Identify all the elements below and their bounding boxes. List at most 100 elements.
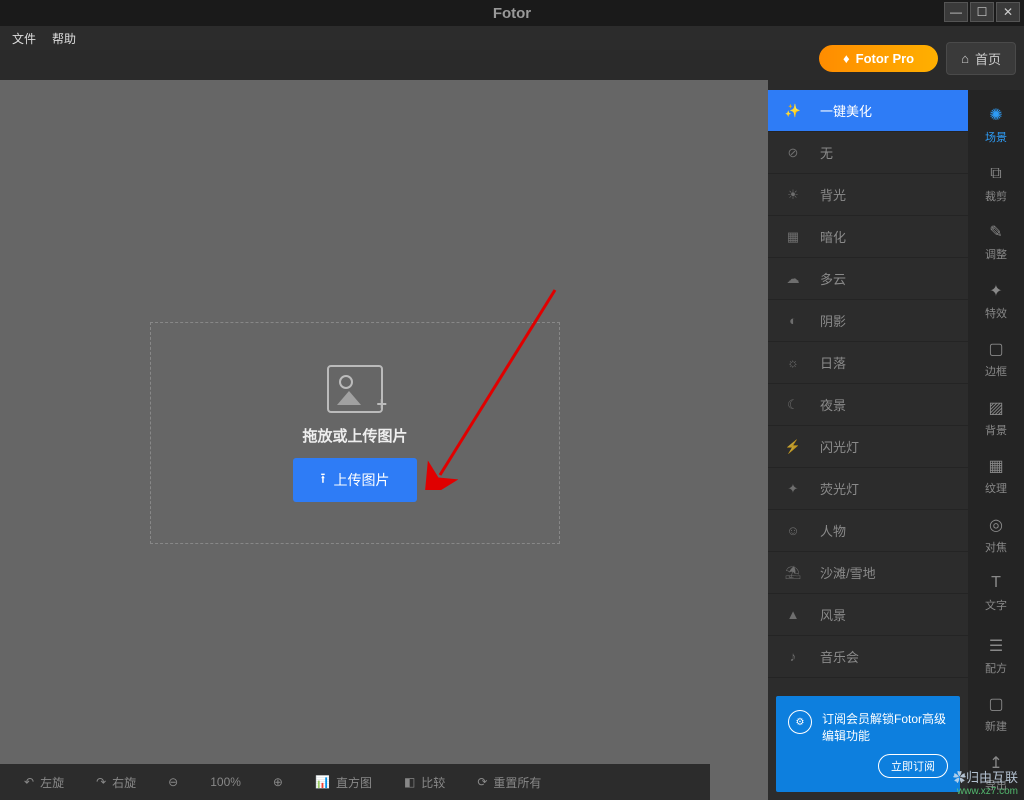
app-title: Fotor — [493, 5, 531, 22]
strip-bottom-icon-0: ☰ — [986, 636, 1006, 656]
reset-button[interactable]: ⟳ 重置所有 — [465, 770, 553, 795]
scene-item-flash[interactable]: ⚡ 闪光灯 — [768, 426, 968, 468]
scene-item-label: 阴影 — [820, 311, 846, 330]
menu-help[interactable]: 帮助 — [52, 30, 76, 47]
strip-bottom-1[interactable]: ▢新建 — [972, 687, 1020, 742]
scene-item-label: 闪光灯 — [820, 437, 859, 456]
scene-item-shadow[interactable]: ◐ 阴影 — [768, 300, 968, 342]
diamond-icon: ♦ — [843, 51, 850, 66]
bottom-toolbar: ↶ 左旋 ↷ 右旋 ⊖ 100% ⊕ 📊 直方图 ◧ 比较 ⟳ 重置所有 — [0, 764, 710, 800]
window-controls: — ☐ ✕ — [944, 2, 1020, 22]
scene-item-label: 荧光灯 — [820, 479, 859, 498]
scene-list: ✨一键美化⊘无☀背光▦暗化☁多云◐阴影☼日落☾夜景⚡闪光灯✦荧光灯☺人物⛱沙滩/… — [768, 90, 968, 678]
rotate-left-button[interactable]: ↶ 左旋 — [12, 770, 76, 795]
strip-item-1[interactable]: ⧉裁剪 — [972, 157, 1020, 212]
landscape-icon: ▲ — [782, 604, 804, 626]
strip-item-3[interactable]: ✦特效 — [972, 274, 1020, 329]
scene-item-night[interactable]: ☾ 夜景 — [768, 384, 968, 426]
plus-icon: + — [376, 394, 387, 415]
home-label: 首页 — [975, 49, 1001, 68]
subscribe-button[interactable]: 立即订阅 — [878, 754, 948, 778]
strip-bottom-2[interactable]: ↥导出 — [972, 746, 1020, 800]
strip-item-6[interactable]: ▦纹理 — [972, 449, 1020, 504]
rotate-left-icon: ↶ — [24, 775, 34, 789]
upload-button[interactable]: ⭱ 上传图片 — [293, 458, 418, 502]
histogram-button[interactable]: 📊 直方图 — [303, 770, 384, 795]
strip-item-7[interactable]: ◎对焦 — [972, 508, 1020, 563]
scene-item-none[interactable]: ⊘无 — [768, 132, 968, 174]
darken-icon: ▦ — [782, 226, 804, 248]
scene-item-label: 一键美化 — [820, 101, 872, 120]
strip-bottom-0[interactable]: ☰配方 — [972, 629, 1020, 684]
magic-icon: ✨ — [782, 100, 804, 122]
upload-button-label: 上传图片 — [333, 470, 389, 490]
strip-icon-5: ▨ — [986, 398, 1006, 418]
category-strip: ✺场景⧉裁剪✎调整✦特效▢边框▨背景▦纹理◎对焦T文字 ☰配方▢新建↥导出 — [968, 90, 1024, 800]
image-upload-icon: + — [327, 365, 383, 413]
flash-icon: ⚡ — [782, 436, 804, 458]
night-icon: ☾ — [782, 394, 804, 416]
scene-item-fluorescent[interactable]: ✦ 荧光灯 — [768, 468, 968, 510]
strip-item-5[interactable]: ▨背景 — [972, 391, 1020, 446]
upload-dropzone[interactable]: + 拖放或上传图片 ⭱ 上传图片 — [150, 322, 560, 544]
strip-icon-7: ◎ — [986, 515, 1006, 535]
scene-item-label: 沙滩/雪地 — [820, 563, 876, 582]
zoom-out-button[interactable]: ⊖ — [156, 771, 190, 793]
strip-icon-6: ▦ — [986, 456, 1006, 476]
rotate-right-icon: ↷ — [96, 775, 106, 789]
strip-item-2[interactable]: ✎调整 — [972, 215, 1020, 270]
portrait-icon: ☺ — [782, 520, 804, 542]
strip-bottom-icon-2: ↥ — [986, 753, 1006, 773]
zoom-in-button[interactable]: ⊕ — [261, 771, 295, 793]
scene-item-portrait[interactable]: ☺ 人物 — [768, 510, 968, 552]
main-container: + 拖放或上传图片 ⭱ 上传图片 ✨一键美化⊘无☀背光▦暗化☁多云◐阴影☼日落☾… — [0, 50, 1024, 800]
strip-icon-8: T — [986, 573, 1006, 593]
strip-icon-2: ✎ — [986, 222, 1006, 242]
scene-item-backlight[interactable]: ☀ 背光 — [768, 174, 968, 216]
histogram-icon: 📊 — [315, 775, 330, 789]
shadow-icon: ◐ — [782, 310, 804, 332]
scene-item-landscape[interactable]: ▲风景 — [768, 594, 968, 636]
strip-bottom-icon-1: ▢ — [986, 694, 1006, 714]
scene-item-label: 多云 — [820, 269, 846, 288]
scene-item-label: 人物 — [820, 521, 846, 540]
upload-arrow-icon: ⭱ — [321, 468, 326, 492]
scene-item-label: 日落 — [820, 353, 846, 372]
scene-item-label: 夜景 — [820, 395, 846, 414]
menu-file[interactable]: 文件 — [12, 30, 36, 47]
strip-icon-3: ✦ — [986, 281, 1006, 301]
rotate-right-button[interactable]: ↷ 右旋 — [84, 770, 148, 795]
scene-panel: ✨一键美化⊘无☀背光▦暗化☁多云◐阴影☼日落☾夜景⚡闪光灯✦荧光灯☺人物⛱沙滩/… — [768, 90, 968, 800]
scene-item-label: 暗化 — [820, 227, 846, 246]
strip-item-8[interactable]: T文字 — [972, 566, 1020, 621]
promo-text: 订阅会员解锁Fotor高级编辑功能 — [822, 710, 948, 744]
backlight-icon: ☀ — [782, 184, 804, 206]
scene-item-magic[interactable]: ✨ 一键美化 — [768, 90, 968, 132]
zoom-in-icon: ⊕ — [273, 775, 283, 789]
maximize-button[interactable]: ☐ — [970, 2, 994, 22]
reset-icon: ⟳ — [477, 775, 487, 789]
scene-item-label: 无 — [820, 143, 833, 162]
minimize-button[interactable]: — — [944, 2, 968, 22]
close-button[interactable]: ✕ — [996, 2, 1020, 22]
home-button[interactable]: ⌂ 首页 — [946, 42, 1016, 75]
scene-item-cloud[interactable]: ☁ 多云 — [768, 258, 968, 300]
canvas-area[interactable]: + 拖放或上传图片 ⭱ 上传图片 — [0, 80, 768, 800]
zoom-value: 100% — [198, 771, 253, 793]
none-icon: ⊘ — [782, 142, 804, 164]
concert-icon: ♪ — [782, 646, 804, 668]
scene-item-darken[interactable]: ▦ 暗化 — [768, 216, 968, 258]
pro-label: Fotor Pro — [856, 51, 915, 66]
strip-item-0[interactable]: ✺场景 — [972, 98, 1020, 153]
scene-item-sunset[interactable]: ☼日落 — [768, 342, 968, 384]
fotor-pro-button[interactable]: ♦ Fotor Pro — [819, 45, 938, 72]
scene-item-beach[interactable]: ⛱ 沙滩/雪地 — [768, 552, 968, 594]
scene-item-concert[interactable]: ♪音乐会 — [768, 636, 968, 678]
upload-text: 拖放或上传图片 — [302, 425, 407, 446]
compare-button[interactable]: ◧ 比较 — [392, 770, 457, 795]
cloud-icon: ☁ — [782, 268, 804, 290]
fluorescent-icon: ✦ — [782, 478, 804, 500]
strip-item-4[interactable]: ▢边框 — [972, 332, 1020, 387]
beach-icon: ⛱ — [782, 562, 804, 584]
scene-item-label: 背光 — [820, 185, 846, 204]
